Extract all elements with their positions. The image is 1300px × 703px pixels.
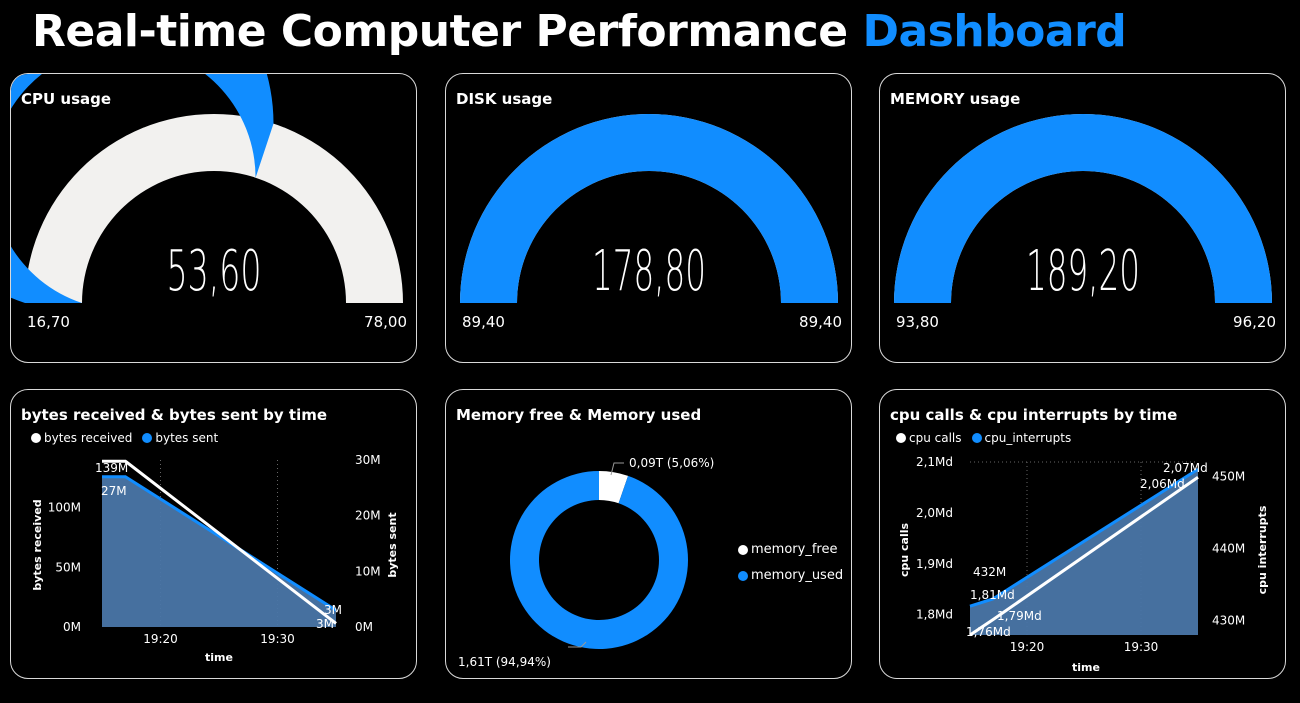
y2-axis-title: cpu interrupts <box>1256 505 1269 594</box>
disk-usage-card[interactable]: DISK usage 178,80 89,40 89,40 <box>445 73 852 363</box>
data-label: 3M <box>316 617 334 631</box>
y2-tick-label: 430M <box>1212 614 1245 628</box>
gauge-value: 178,80 <box>592 239 706 304</box>
x-tick-label: 19:20 <box>143 632 178 646</box>
data-label: 1,81Md <box>970 588 1015 602</box>
page-title: Real-time Computer Performance Dashboard <box>32 6 1127 57</box>
cpu-line-chart: 1,8Md 1,9Md 2,0Md 2,1Md 430M 440M 450M 19:20 19:… <box>898 455 1269 674</box>
y2-tick-label: 0M <box>355 620 373 634</box>
gauge-min-label: 89,40 <box>462 313 505 331</box>
y-tick-label: 2,0Md <box>916 506 953 520</box>
memory-donut-chart: 0,09T (5,06%) 1,61T (94,94%) <box>458 456 714 669</box>
data-label: 0,09T (5,06%) <box>629 456 714 470</box>
gauge-max-label: 78,00 <box>364 313 407 331</box>
y-axis-title: cpu calls <box>898 523 911 578</box>
y-tick-label: 2,1Md <box>916 455 953 469</box>
y-tick-label: 1,8Md <box>916 608 953 622</box>
gauge-min-label: 16,70 <box>27 313 70 331</box>
data-label: 1,61T (94,94%) <box>458 655 551 669</box>
y2-tick-label: 450M <box>1212 469 1245 483</box>
data-label: 27M <box>101 484 127 498</box>
cpu-gauge: 53,60 16,70 78,00 <box>11 74 407 331</box>
data-label: 139M <box>95 461 128 475</box>
x-axis-title: time <box>205 651 233 664</box>
memory-usage-card[interactable]: MEMORY usage 189,20 93,80 96,20 <box>879 73 1286 363</box>
donut-legend: memory_free memory_used <box>738 542 843 583</box>
gauge-max-label: 89,40 <box>799 313 842 331</box>
x-tick-label: 19:30 <box>260 632 295 646</box>
data-label: 432M <box>973 565 1006 579</box>
data-label: 2,07Md <box>1163 461 1208 475</box>
x-tick-label: 19:30 <box>1124 640 1159 654</box>
x-axis-title: time <box>1072 661 1100 674</box>
data-label: 2,06Md <box>1140 477 1185 491</box>
disk-gauge: 178,80 89,40 89,40 <box>460 114 842 331</box>
y2-tick-label: 10M <box>355 564 381 578</box>
legend-item[interactable]: memory_used <box>738 568 843 583</box>
y-tick-label: 0M <box>63 620 81 634</box>
y2-tick-label: 20M <box>355 509 381 523</box>
data-label: 1,79Md <box>997 609 1042 623</box>
y-axis-title: bytes received <box>31 499 44 590</box>
gauge-min-label: 93,80 <box>896 313 939 331</box>
bytes-line-chart: 0M 50M 100M 0M 10M 20M 30M 19:20 19:30 time bytes … <box>31 453 399 664</box>
legend-item[interactable]: memory_free <box>738 542 837 557</box>
cpu-chart-card[interactable]: cpu calls & cpu interrupts by time cpu c… <box>879 389 1286 679</box>
data-label: 1,76Md <box>966 625 1011 639</box>
y2-tick-label: 30M <box>355 453 381 467</box>
data-label: 3M <box>324 603 342 617</box>
memory-gauge: 189,20 93,80 96,20 <box>894 114 1276 331</box>
memory-donut-card[interactable]: Memory free & Memory used 0,09T (5,06%) 1… <box>445 389 852 679</box>
y-tick-label: 50M <box>55 560 81 574</box>
y2-axis-title: bytes sent <box>386 512 399 577</box>
y-tick-label: 100M <box>48 501 81 515</box>
gauge-max-label: 96,20 <box>1233 313 1276 331</box>
gauge-value: 189,20 <box>1026 239 1140 304</box>
gauge-value: 53,60 <box>167 239 262 304</box>
bytes-chart-card[interactable]: bytes received & bytes sent by time byte… <box>10 389 417 679</box>
y-tick-label: 1,9Md <box>916 557 953 571</box>
series-area <box>102 476 336 627</box>
donut-slice-memory_used <box>510 471 688 649</box>
y2-tick-label: 440M <box>1212 542 1245 556</box>
cpu-usage-card[interactable]: CPU usage 53,60 16,70 78,00 <box>10 73 417 363</box>
x-tick-label: 19:20 <box>1010 640 1045 654</box>
